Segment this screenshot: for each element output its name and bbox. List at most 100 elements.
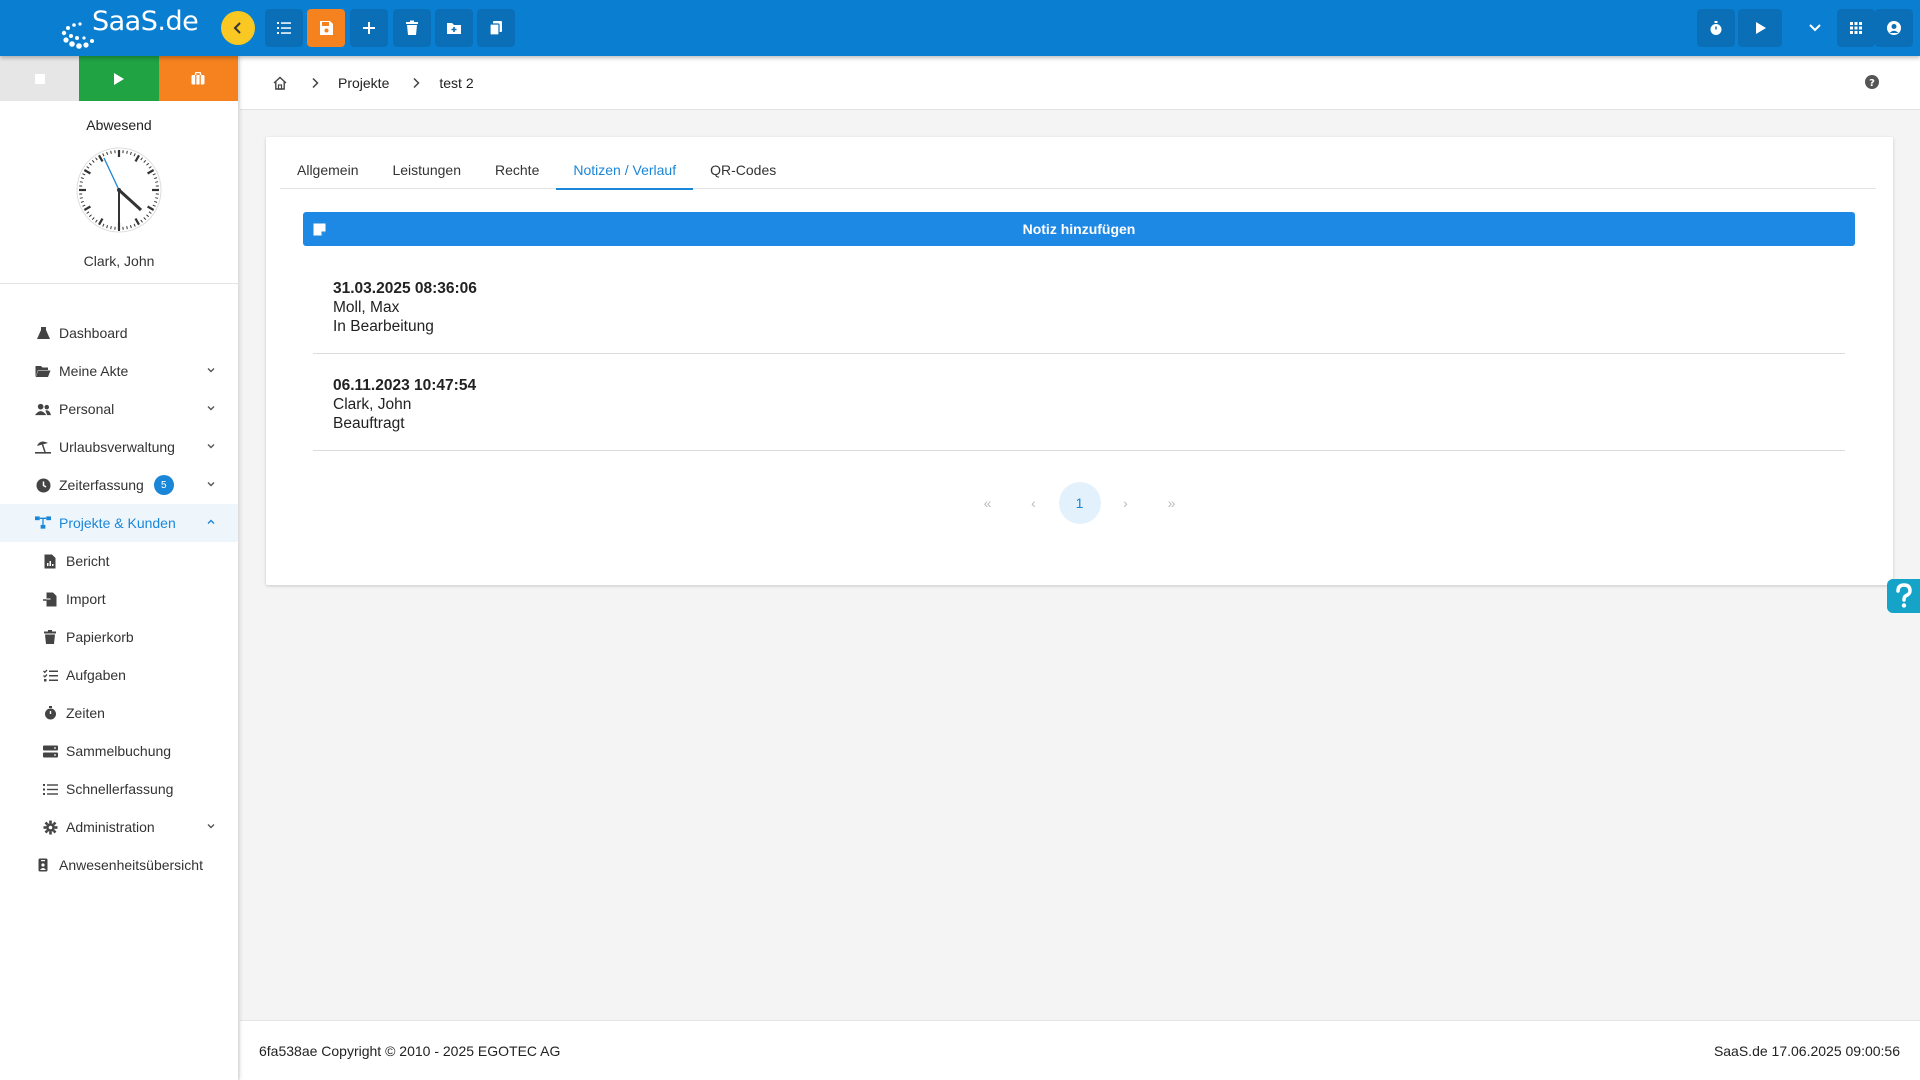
sidebar-item-personal[interactable]: Personal xyxy=(0,390,238,428)
sidebar-item-meine-akte[interactable]: Meine Akte xyxy=(0,352,238,390)
attendance-status-label: Abwesend xyxy=(86,117,152,133)
stopwatch-icon xyxy=(1710,21,1722,35)
prev-page-button[interactable]: ‹ xyxy=(1011,483,1057,523)
stop-button[interactable] xyxy=(0,56,80,101)
user-icon xyxy=(1887,21,1901,35)
sidebar-item-label: Aufgaben xyxy=(66,667,126,683)
sidebar-item-label: Zeiterfassung xyxy=(59,477,144,493)
server-icon xyxy=(42,743,58,759)
note-date: 06.11.2023 10:47:54 xyxy=(333,377,477,394)
clock-icon xyxy=(35,477,51,493)
breadcrumb: Projekte test 2 ? xyxy=(240,56,1920,110)
home-icon[interactable] xyxy=(272,75,288,91)
apps-button[interactable] xyxy=(1837,9,1875,47)
last-page-button[interactable]: » xyxy=(1149,483,1195,523)
user-name: Clark, John xyxy=(83,253,155,269)
pagination: « ‹ 1 › » xyxy=(266,482,1893,524)
sidebar-item-papierkorb[interactable]: Papierkorb xyxy=(0,618,238,656)
plus-icon xyxy=(363,22,375,34)
sidebar-item-label: Bericht xyxy=(66,553,110,569)
sidebar-item-label: Anwesenheitsübersicht xyxy=(59,857,203,873)
save-button[interactable] xyxy=(307,9,345,47)
tab-allgemein[interactable]: Allgemein xyxy=(280,151,375,189)
new-folder-button[interactable] xyxy=(435,9,473,47)
chevron-down-icon xyxy=(207,824,215,829)
note-author: Clark, John xyxy=(333,396,412,413)
trash-icon xyxy=(42,629,58,645)
tab-qr-codes[interactable]: QR-Codes xyxy=(693,151,793,189)
sidebar-item-dashboard[interactable]: Dashboard xyxy=(0,314,238,352)
analog-clock-icon xyxy=(76,147,162,233)
footer-timestamp: SaaS.de 17.06.2025 09:00:56 xyxy=(1713,1043,1900,1059)
chevron-down-icon xyxy=(207,368,215,373)
notes-list: 31.03.2025 08:36:06 Moll, Max In Bearbei… xyxy=(313,275,1845,451)
breadcrumb-projekte[interactable]: Projekte xyxy=(338,75,389,91)
sidebar-nav: Dashboard Meine Akte Personal Urlaubsver… xyxy=(0,314,238,884)
collapse-sidebar-button[interactable] xyxy=(221,11,255,45)
first-page-button[interactable]: « xyxy=(965,483,1011,523)
sidebar-item-bericht[interactable]: Bericht xyxy=(0,542,238,580)
start-timer-button[interactable] xyxy=(1738,9,1782,47)
chevron-down-icon xyxy=(207,444,215,449)
help-tab-button[interactable] xyxy=(1887,579,1920,613)
sticky-note-icon xyxy=(313,223,326,236)
add-note-label: Notiz hinzufügen xyxy=(1022,221,1136,237)
attendance-status-row xyxy=(0,56,238,101)
clock-in-button[interactable] xyxy=(79,56,159,101)
stopwatch-icon xyxy=(42,705,58,721)
stopwatch-button[interactable] xyxy=(1697,9,1735,47)
sidebar-item-sammelbuchung[interactable]: Sammelbuchung xyxy=(0,732,238,770)
logo[interactable]: SaaS.de xyxy=(60,6,199,50)
user-menu-button[interactable] xyxy=(1875,9,1913,47)
sidebar-item-projekte-kunden[interactable]: Projekte & Kunden xyxy=(0,504,238,542)
badge-icon xyxy=(35,857,51,873)
sidebar-item-zeiterfassung[interactable]: Zeiterfassung 5 xyxy=(0,466,238,504)
sidebar-item-zeiten[interactable]: Zeiten xyxy=(0,694,238,732)
breadcrumb-current: test 2 xyxy=(439,74,474,91)
sidebar-item-aufgaben[interactable]: Aufgaben xyxy=(0,656,238,694)
tab-leistungen[interactable]: Leistungen xyxy=(375,151,478,189)
chevron-left-icon xyxy=(233,22,241,34)
tasks-icon xyxy=(42,667,58,683)
zeiterfassung-count-badge: 5 xyxy=(153,475,174,495)
business-trip-button[interactable] xyxy=(158,56,238,101)
list-button[interactable] xyxy=(265,9,303,47)
copy-icon xyxy=(489,21,502,36)
list-icon xyxy=(42,781,58,797)
copy-button[interactable] xyxy=(477,9,515,47)
play-icon xyxy=(1756,22,1766,34)
stop-icon xyxy=(34,73,45,84)
gear-icon xyxy=(42,819,58,835)
sitemap-icon xyxy=(35,515,51,531)
sidebar-item-import[interactable]: Import xyxy=(0,580,238,618)
list-item: 31.03.2025 08:36:06 Moll, Max In Bearbei… xyxy=(313,275,1845,354)
sidebar-divider xyxy=(0,283,238,284)
sidebar-item-administration[interactable]: Administration xyxy=(0,808,238,846)
users-icon xyxy=(35,401,51,417)
next-page-button[interactable]: › xyxy=(1103,483,1149,523)
umbrella-beach-icon xyxy=(35,439,51,455)
tab-rechte[interactable]: Rechte xyxy=(478,151,556,189)
add-note-button[interactable]: Notiz hinzufügen xyxy=(303,212,1855,246)
timer-dropdown-button[interactable] xyxy=(1795,9,1835,47)
tab-notizen-verlauf[interactable]: Notizen / Verlauf xyxy=(556,151,693,190)
sidebar-item-urlaubsverwaltung[interactable]: Urlaubsverwaltung xyxy=(0,428,238,466)
sidebar-item-label: Administration xyxy=(66,819,155,835)
question-icon xyxy=(1895,583,1912,608)
chevron-right-icon xyxy=(413,77,420,88)
logo-text: SaaS.de xyxy=(92,6,199,37)
chevron-up-icon xyxy=(207,519,215,524)
page-1-button[interactable]: 1 xyxy=(1058,482,1101,524)
chevron-down-icon xyxy=(1809,24,1821,32)
question-circle-icon[interactable]: ? xyxy=(1864,74,1880,90)
top-bar: SaaS.de xyxy=(0,0,1920,56)
delete-button[interactable] xyxy=(393,9,431,47)
add-button[interactable] xyxy=(350,9,388,47)
sidebar-item-label: Meine Akte xyxy=(59,363,129,379)
sidebar-item-anwesenheitsuebersicht[interactable]: Anwesenheitsübersicht xyxy=(0,846,238,884)
note-date: 31.03.2025 08:36:06 xyxy=(333,280,477,297)
sidebar: Abwesend Clark, John Dashboard Meine Akt… xyxy=(0,56,238,1080)
sidebar-item-label: Import xyxy=(66,591,106,607)
sidebar-item-label: Papierkorb xyxy=(66,629,134,645)
sidebar-item-schnellerfassung[interactable]: Schnellerfassung xyxy=(0,770,238,808)
